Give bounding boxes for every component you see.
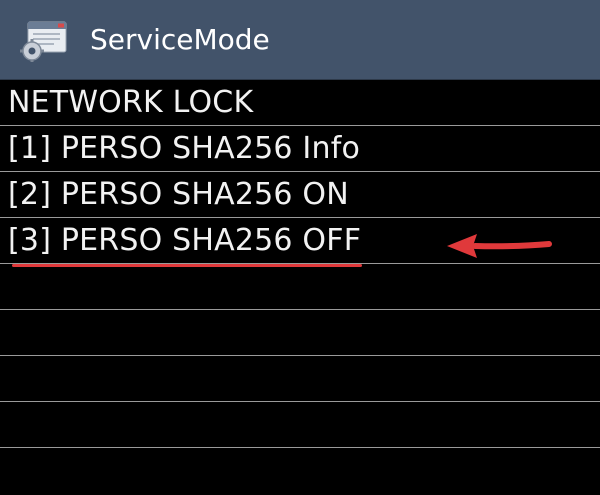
app-title: ServiceMode [90,23,270,56]
list-item-network-lock[interactable]: NETWORK LOCK [0,80,600,126]
list-item-empty[interactable] [0,448,600,494]
list-item-empty[interactable] [0,310,600,356]
list-item-empty[interactable] [0,356,600,402]
list-item-empty[interactable] [0,402,600,448]
list-item-empty[interactable] [0,264,600,310]
list-item-perso-sha256-on[interactable]: [2] PERSO SHA256 ON [0,172,600,218]
settings-window-icon [20,21,67,62]
service-menu-list: NETWORK LOCK [1] PERSO SHA256 Info [2] P… [0,80,600,495]
list-item-label: [3] PERSO SHA256 OFF [8,223,362,258]
list-item-label: [2] PERSO SHA256 ON [8,177,349,212]
annotation-arrow-icon [447,234,552,258]
list-item-perso-sha256-info[interactable]: [1] PERSO SHA256 Info [0,126,600,172]
list-item-label: NETWORK LOCK [8,85,254,120]
title-bar: ServiceMode [0,0,600,80]
list-item-label: [1] PERSO SHA256 Info [8,131,361,166]
highlight-underline [12,264,362,267]
